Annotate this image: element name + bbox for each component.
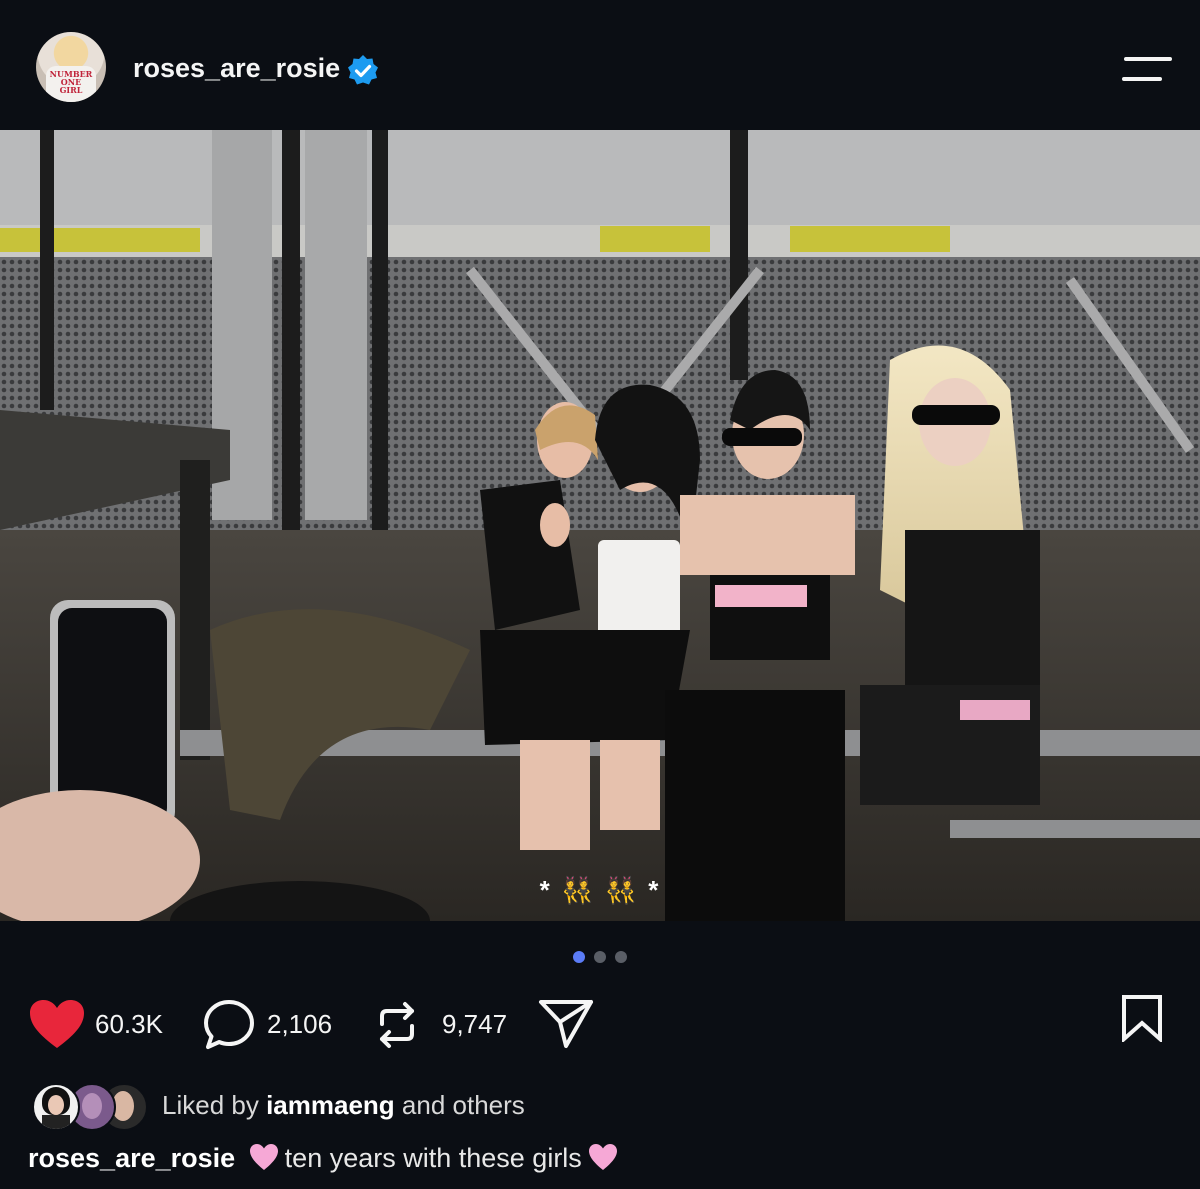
bookmark-icon[interactable] <box>1120 994 1164 1042</box>
caption-username[interactable]: roses_are_rosie <box>28 1143 235 1173</box>
liker-avatar[interactable] <box>32 1083 80 1131</box>
avatar-shirt: NUMBER ONE GIRL <box>46 66 96 102</box>
post-header: NUMBER ONE GIRL roses_are_rosie <box>0 0 1200 130</box>
liked-by-text: Liked by iammaeng and others <box>162 1090 525 1121</box>
comment-count[interactable]: 2,106 <box>267 1009 332 1040</box>
carousel-dot[interactable] <box>615 951 627 963</box>
heart-filled-icon[interactable] <box>28 998 86 1050</box>
post-username[interactable]: roses_are_rosie <box>133 53 340 84</box>
image-overlay-text: * 👯 👯 * <box>539 875 661 905</box>
verified-badge-icon <box>348 55 378 85</box>
caption-text: ten years with these girls <box>284 1143 582 1173</box>
liked-by-suffix: and others <box>394 1090 525 1120</box>
hamburger-menu-icon[interactable] <box>1122 54 1174 84</box>
like-count[interactable]: 60.3K <box>95 1009 163 1040</box>
carousel-dot[interactable] <box>594 951 606 963</box>
repost-count[interactable]: 9,747 <box>442 1009 507 1040</box>
post-image[interactable]: * 👯 👯 * <box>0 130 1200 921</box>
carousel-dot[interactable] <box>573 951 585 963</box>
pink-heart-icon <box>588 1144 617 1170</box>
post-caption: roses_are_rosie ten years with these gir… <box>28 1143 624 1174</box>
photo-illustration <box>0 130 1200 921</box>
pink-heart-icon <box>249 1144 278 1170</box>
send-paper-plane-icon[interactable] <box>538 998 594 1050</box>
comment-bubble-icon[interactable] <box>202 998 256 1052</box>
liked-by-user[interactable]: iammaeng <box>266 1090 395 1120</box>
avatar-shirt-text: NUMBER ONE GIRL <box>49 69 93 95</box>
repost-arrows-icon[interactable] <box>374 1000 420 1050</box>
liked-by-prefix: Liked by <box>162 1090 267 1120</box>
profile-avatar[interactable]: NUMBER ONE GIRL <box>36 32 106 102</box>
